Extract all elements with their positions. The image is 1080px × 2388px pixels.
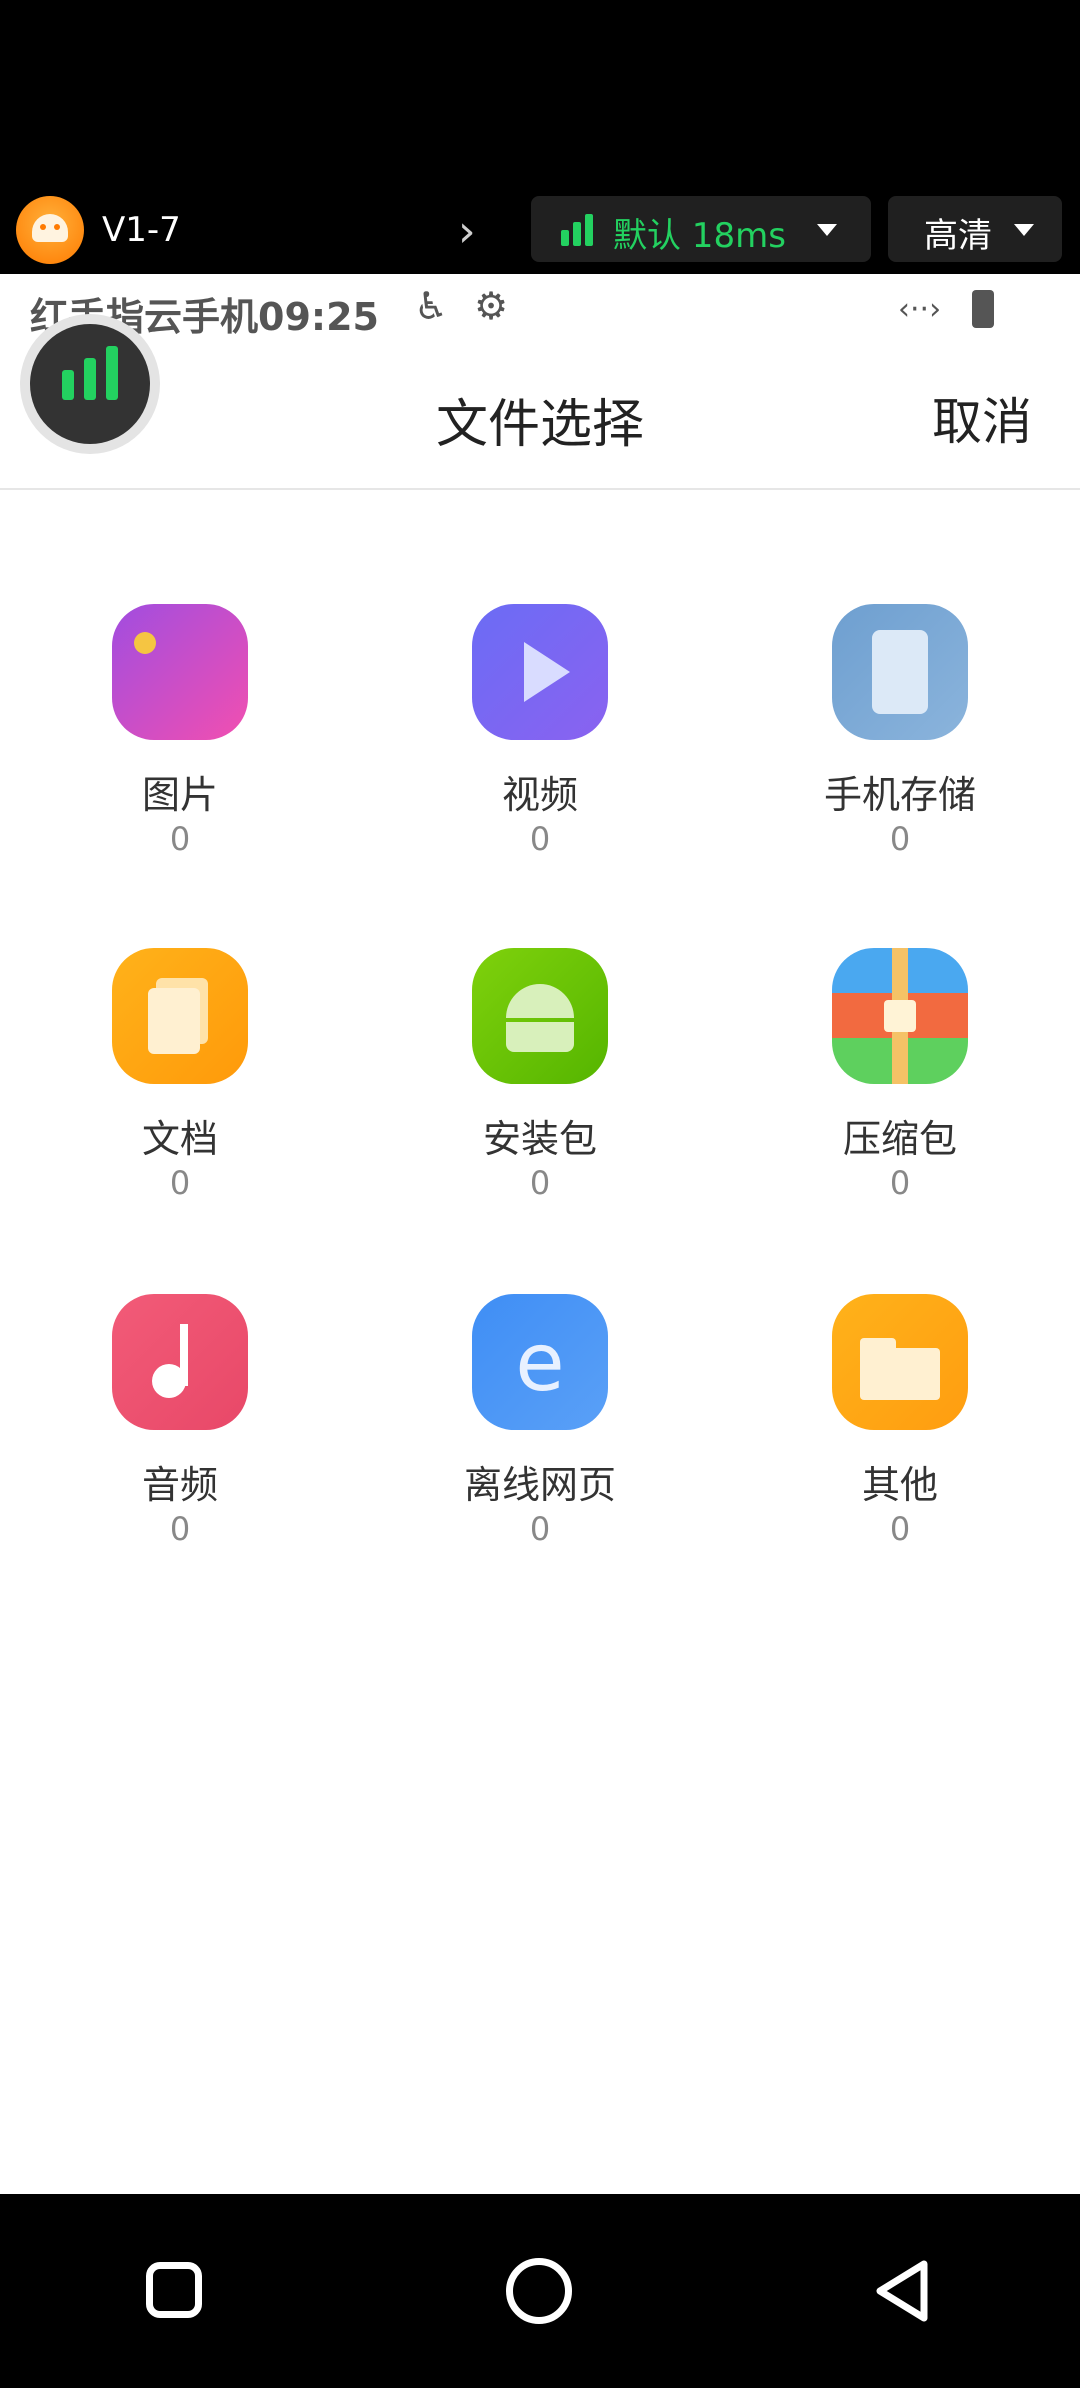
title-bar: 文件选择 取消 bbox=[0, 344, 1080, 490]
floating-signal-ball[interactable] bbox=[20, 314, 160, 454]
category-label: 离线网页 bbox=[463, 1463, 616, 1507]
quality-selector[interactable]: 高清 bbox=[888, 196, 1062, 262]
image-icon bbox=[112, 604, 248, 740]
category-archive[interactable]: 压缩包 0 bbox=[720, 948, 1080, 1248]
data-transfer-icon: ‹··› bbox=[898, 292, 942, 327]
category-count: 0 bbox=[169, 820, 191, 858]
category-count: 0 bbox=[889, 1510, 911, 1548]
android-package-icon bbox=[472, 948, 608, 1084]
category-offline-web[interactable]: e 离线网页 0 bbox=[360, 1294, 720, 1594]
category-phone-storage[interactable]: 手机存储 0 bbox=[720, 604, 1080, 904]
category-audio[interactable]: 音频 0 bbox=[0, 1294, 360, 1594]
category-label: 手机存储 bbox=[823, 773, 976, 817]
battery-icon bbox=[972, 290, 994, 328]
video-icon bbox=[472, 604, 608, 740]
caret-down-icon bbox=[1014, 224, 1034, 236]
category-label: 安装包 bbox=[482, 1117, 597, 1161]
caret-down-icon bbox=[817, 224, 837, 236]
archive-icon bbox=[832, 948, 968, 1084]
navigation-bar bbox=[0, 2194, 1080, 2388]
category-count: 0 bbox=[169, 1164, 191, 1202]
phone-screen: 红手指云手机09:25 ♿ ⚙ ‹··› 文件选择 取消 图片 0 视频 0 手… bbox=[0, 274, 1080, 2194]
document-icon bbox=[112, 948, 248, 1084]
phone-storage-icon bbox=[832, 604, 968, 740]
page-title: 文件选择 bbox=[435, 395, 644, 455]
chevron-right-icon[interactable]: › bbox=[458, 206, 476, 257]
network-selector[interactable]: 默认 18ms bbox=[531, 196, 871, 262]
category-label: 压缩包 bbox=[842, 1117, 957, 1161]
category-count: 0 bbox=[889, 1164, 911, 1202]
category-image[interactable]: 图片 0 bbox=[0, 604, 360, 904]
cancel-button[interactable]: 取消 bbox=[932, 382, 1032, 454]
category-other[interactable]: 其他 0 bbox=[720, 1294, 1080, 1594]
music-icon bbox=[112, 1294, 248, 1430]
category-count: 0 bbox=[889, 820, 911, 858]
gear-icon: ⚙ bbox=[474, 284, 509, 328]
category-label: 视频 bbox=[501, 773, 578, 817]
status-bar: 红手指云手机09:25 ♿ ⚙ ‹··› bbox=[0, 274, 1080, 344]
signal-icon bbox=[561, 214, 595, 246]
folder-icon bbox=[832, 1294, 968, 1430]
category-label: 文档 bbox=[141, 1117, 218, 1161]
category-android-package[interactable]: 安装包 0 bbox=[360, 948, 720, 1248]
category-document[interactable]: 文档 0 bbox=[0, 948, 360, 1248]
cloud-phone-toolbar: V1-7 › 默认 18ms 高清 bbox=[0, 196, 1080, 274]
category-count: 0 bbox=[169, 1510, 191, 1548]
network-label: 默认 18ms bbox=[613, 216, 786, 256]
recents-button[interactable] bbox=[146, 2262, 202, 2318]
category-count: 0 bbox=[529, 1510, 551, 1548]
back-triangle-icon bbox=[876, 2260, 928, 2322]
back-button[interactable] bbox=[872, 2258, 942, 2328]
category-video[interactable]: 视频 0 bbox=[360, 604, 720, 904]
device-name[interactable]: V1-7 bbox=[102, 210, 181, 250]
category-label: 音频 bbox=[141, 1463, 218, 1507]
quality-label: 高清 bbox=[924, 216, 992, 256]
category-label: 图片 bbox=[141, 773, 218, 817]
category-label: 其他 bbox=[861, 1463, 938, 1507]
accessibility-icon: ♿ bbox=[414, 284, 449, 328]
category-count: 0 bbox=[529, 1164, 551, 1202]
android-app-icon[interactable] bbox=[16, 196, 84, 264]
category-count: 0 bbox=[529, 820, 551, 858]
web-page-icon: e bbox=[472, 1294, 608, 1430]
home-button[interactable] bbox=[506, 2258, 572, 2324]
